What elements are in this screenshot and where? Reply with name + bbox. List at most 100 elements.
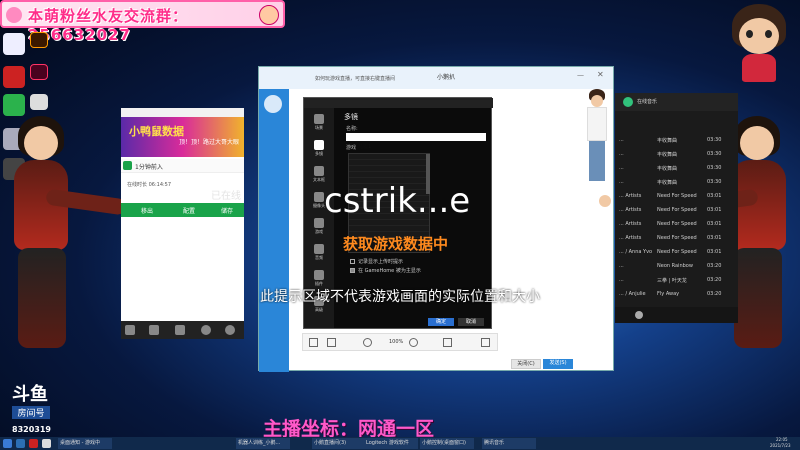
viewer-zoom-in-icon[interactable] [409, 338, 418, 347]
phone-btn-save[interactable]: 储存 [221, 206, 233, 215]
task-icon-3[interactable] [42, 439, 51, 448]
music-row[interactable]: ... 丰收舞曲 03:30 [615, 175, 738, 189]
music-row-artist: ... [619, 151, 624, 157]
music-row-time: 03:01 [707, 249, 722, 255]
overlay-game-name: cstrik...e [324, 181, 471, 221]
taskbar-button[interactable]: 腾讯音乐 [482, 438, 536, 449]
music-row-time: 03:01 [707, 235, 722, 241]
music-row[interactable]: ... Artists Need For Speed 03:01 [615, 217, 738, 231]
dialog-side-item-label: 音频 [315, 255, 323, 260]
music-row[interactable]: ... Artists Need For Speed 03:01 [615, 189, 738, 203]
checkbox1-box[interactable] [350, 259, 355, 264]
chat-titlebar: 如何玩游戏直播，可直接右键直播间 小鹅扒 — ✕ [259, 67, 613, 89]
desktop-icon-adobe-ai[interactable] [30, 32, 48, 48]
phone-btn-remove[interactable]: 移出 [141, 206, 153, 215]
task-icon-2[interactable] [29, 439, 38, 448]
music-row[interactable]: ... / Anjulie Fly Away 03:20 [615, 287, 738, 301]
nav-home-icon[interactable] [125, 325, 135, 335]
music-row-time: 03:01 [707, 193, 722, 199]
music-row[interactable]: ... 三拳 | 叶天龙 03:20 [615, 273, 738, 287]
desktop-icon-qq[interactable] [3, 33, 25, 55]
chat-notice: 如何玩游戏直播，可直接右键直播间 [315, 76, 396, 82]
nav-cart-icon[interactable] [175, 325, 185, 335]
chat-avatar[interactable] [264, 95, 282, 113]
music-logo-icon [623, 97, 633, 107]
viewer-zoom-out-icon[interactable] [363, 338, 372, 347]
banner-avatar-icon [259, 5, 279, 25]
music-row[interactable]: ... Artists Need For Speed 03:01 [615, 203, 738, 217]
taskbar-button[interactable]: Logitech 游戏软件 [364, 438, 418, 449]
close-icon[interactable]: ✕ [597, 70, 606, 79]
phone-online: 已在线 [211, 191, 241, 202]
phone-app-window: 小鸭鼠数据 顶！顶！路过大哥大眼 1分钟前入 在线时长 06:14:57 已在线… [121, 108, 244, 339]
taskbar-button[interactable]: 桌面通知 - 游戏中 [58, 438, 112, 449]
music-row[interactable]: ... / Anna Yvo Need For Speed 03:01 [615, 245, 738, 259]
left-character [0, 110, 127, 360]
nav-user-icon[interactable] [225, 325, 235, 335]
dialog-side-item[interactable]: 场景 [308, 114, 330, 136]
taskbar-button[interactable]: 机器人训练_小鹅... [236, 438, 290, 449]
desktop-icon-app1[interactable] [3, 66, 25, 88]
phone-status-row: 1分钟前入 [121, 159, 244, 173]
music-row-artist: ... [619, 165, 624, 171]
music-row-time: 03:30 [707, 179, 722, 185]
clock-date[interactable]: 2021/7/23 [770, 443, 791, 448]
zoom-level: 100% [389, 339, 404, 345]
desktop-icon-adobe-id[interactable] [30, 64, 48, 80]
start-icon[interactable] [3, 439, 12, 448]
checkbox1-row[interactable]: 记录显示上传时提示 [350, 258, 470, 266]
viewer-crop-icon[interactable] [327, 338, 336, 347]
nav-add-icon[interactable] [201, 325, 211, 335]
music-app-window: 在线音乐 ... 丰收舞曲 03:30... 丰收舞曲 03:30... 丰收舞曲 03:3… [615, 93, 738, 323]
checkbox2-label: 在 GameHome 被为主显示 [358, 268, 421, 274]
music-row-artist: ... [619, 277, 624, 283]
checkbox1-label: 记录显示上传时提示 [358, 259, 404, 265]
taskbar: 桌面通知 - 游戏中 机器人训练_小鹅... 小鹅直播间(3) Logitech 游戏… [0, 437, 800, 450]
music-row-title: Need For Speed [657, 193, 697, 199]
dialog-side-item[interactable]: 游戏 [308, 218, 330, 240]
music-row-title: Neon Rainbow [657, 263, 693, 269]
phone-banner-sub: 顶！顶！路过大哥大眼 [179, 139, 240, 146]
phone-status1: 1分钟前入 [135, 164, 163, 171]
douyu-logo: 斗鱼 房间号 [12, 386, 50, 419]
dialog-title: 多镜 [344, 113, 358, 121]
music-row-time: 03:30 [707, 165, 722, 171]
taskbar-button[interactable]: 小鹅直播间(3) [312, 438, 366, 449]
chat-small-avatar [599, 195, 611, 207]
minimize-button[interactable]: — [577, 71, 586, 80]
clock-time[interactable]: 22:05 [776, 437, 788, 442]
phone-titlebar [121, 108, 244, 117]
dialog-side-item[interactable]: 多镜 [308, 140, 330, 162]
music-row[interactable]: ... 丰收舞曲 03:30 [615, 161, 738, 175]
music-row[interactable]: ... 丰收舞曲 03:30 [615, 147, 738, 161]
viewer-tool-icon[interactable] [309, 338, 318, 347]
dialog-side-item[interactable]: 音频 [308, 244, 330, 266]
music-header: 在线音乐 [615, 93, 738, 111]
viewer-rotate-icon[interactable] [443, 338, 452, 347]
music-row[interactable]: ... 丰收舞曲 03:30 [615, 133, 738, 147]
desktop-icon-app2[interactable] [30, 94, 48, 110]
close-chat-button[interactable]: 关闭(C) [511, 359, 541, 369]
music-row-artist: ... [619, 137, 624, 143]
viewer-download-icon[interactable] [481, 338, 490, 347]
phone-status2: 在线时长 06:14:57 [127, 182, 172, 188]
music-row-title: 丰收舞曲 [657, 152, 678, 158]
music-play-icon[interactable] [635, 311, 643, 319]
send-button[interactable]: 发送(S) [543, 359, 573, 369]
checkbox2-row[interactable]: 在 GameHome 被为主显示 [350, 267, 490, 275]
dialog-ok-button[interactable]: 确定 [428, 318, 454, 326]
overlay-tip: 此提示区域不代表游戏画面的实际位置和大小 [260, 289, 540, 305]
music-row[interactable]: ... Artists Need For Speed 03:01 [615, 231, 738, 245]
dialog-profile-input[interactable]: 路子马骝1 [346, 133, 486, 150]
taskbar-button[interactable]: 小鹅控制(桌面窗口) [420, 438, 474, 449]
dialog-side-item-label: 高级 [315, 307, 323, 312]
music-row[interactable]: ... Neon Rainbow 03:20 [615, 259, 738, 273]
checkbox2-box[interactable] [350, 268, 355, 273]
close-chat-label: 关闭(C) [517, 361, 535, 367]
dialog-cancel-button[interactable]: 取消 [458, 318, 484, 326]
task-icon-1[interactable] [16, 439, 25, 448]
viewer-toolbar: 100% [302, 333, 498, 351]
dialog-side-item-label: 多镜 [315, 151, 323, 156]
nav-list-icon[interactable] [149, 325, 159, 335]
phone-btn-config[interactable]: 配置 [183, 206, 195, 215]
